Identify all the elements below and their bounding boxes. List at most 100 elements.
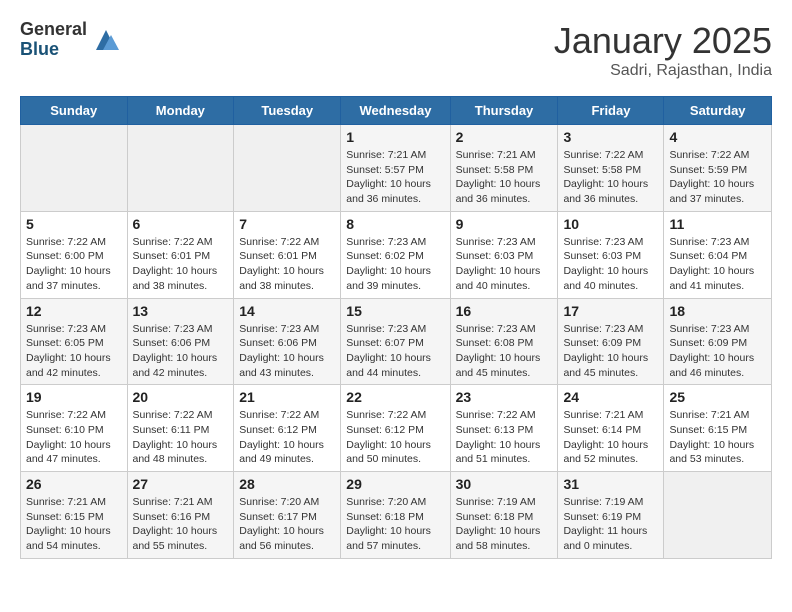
day-info: Sunrise: 7:20 AM Sunset: 6:18 PM Dayligh…	[346, 495, 444, 554]
logo: General Blue	[20, 20, 121, 60]
calendar-cell: 11 Sunrise: 7:23 AM Sunset: 6:04 PM Dayli…	[664, 211, 772, 298]
calendar-week-row: 19 Sunrise: 7:22 AM Sunset: 6:10 PM Dayli…	[21, 385, 772, 472]
calendar-table: SundayMondayTuesdayWednesdayThursdayFrid…	[20, 96, 772, 559]
calendar-cell: 8 Sunrise: 7:23 AM Sunset: 6:02 PM Daylig…	[341, 211, 450, 298]
day-number: 12	[26, 303, 122, 319]
day-info: Sunrise: 7:22 AM Sunset: 6:01 PM Dayligh…	[133, 235, 229, 294]
calendar-cell: 10 Sunrise: 7:23 AM Sunset: 6:03 PM Dayli…	[558, 211, 664, 298]
calendar-cell	[127, 125, 234, 212]
day-number: 11	[669, 216, 766, 232]
page-header: General Blue January 2025 Sadri, Rajasth…	[20, 20, 772, 80]
day-of-week-header: Wednesday	[341, 97, 450, 125]
day-number: 17	[563, 303, 658, 319]
calendar-cell: 29Sunrise: 7:20 AM Sunset: 6:18 PM Dayli…	[341, 472, 450, 559]
day-number: 7	[239, 216, 335, 232]
day-of-week-header: Sunday	[21, 97, 128, 125]
day-info: Sunrise: 7:22 AM Sunset: 6:11 PM Dayligh…	[133, 408, 229, 467]
day-info: Sunrise: 7:20 AM Sunset: 6:17 PM Dayligh…	[239, 495, 335, 554]
logo-blue-text: Blue	[20, 40, 87, 60]
day-number: 13	[133, 303, 229, 319]
day-number: 8	[346, 216, 444, 232]
day-info: Sunrise: 7:22 AM Sunset: 6:00 PM Dayligh…	[26, 235, 122, 294]
day-info: Sunrise: 7:21 AM Sunset: 5:57 PM Dayligh…	[346, 148, 444, 207]
day-info: Sunrise: 7:22 AM Sunset: 6:10 PM Dayligh…	[26, 408, 122, 467]
day-info: Sunrise: 7:23 AM Sunset: 6:08 PM Dayligh…	[456, 322, 553, 381]
day-number: 27	[133, 476, 229, 492]
day-number: 16	[456, 303, 553, 319]
day-info: Sunrise: 7:22 AM Sunset: 6:12 PM Dayligh…	[346, 408, 444, 467]
day-number: 19	[26, 389, 122, 405]
calendar-cell: 20 Sunrise: 7:22 AM Sunset: 6:11 PM Dayli…	[127, 385, 234, 472]
calendar-cell	[21, 125, 128, 212]
day-number: 28	[239, 476, 335, 492]
calendar-cell: 26Sunrise: 7:21 AM Sunset: 6:15 PM Dayli…	[21, 472, 128, 559]
logo-icon	[91, 25, 121, 55]
day-info: Sunrise: 7:21 AM Sunset: 6:14 PM Dayligh…	[563, 408, 658, 467]
calendar-cell: 13 Sunrise: 7:23 AM Sunset: 6:06 PM Dayli…	[127, 298, 234, 385]
calendar-cell: 2 Sunrise: 7:21 AM Sunset: 5:58 PM Daylig…	[450, 125, 558, 212]
day-info: Sunrise: 7:21 AM Sunset: 6:15 PM Dayligh…	[26, 495, 122, 554]
day-number: 23	[456, 389, 553, 405]
day-info: Sunrise: 7:23 AM Sunset: 6:04 PM Dayligh…	[669, 235, 766, 294]
day-number: 6	[133, 216, 229, 232]
day-number: 2	[456, 129, 553, 145]
calendar-header-row: SundayMondayTuesdayWednesdayThursdayFrid…	[21, 97, 772, 125]
calendar-cell: 31 Sunrise: 7:19 AM Sunset: 6:19 PM Dayli…	[558, 472, 664, 559]
calendar-cell: 9Sunrise: 7:23 AM Sunset: 6:03 PM Daylig…	[450, 211, 558, 298]
calendar-cell: 18 Sunrise: 7:23 AM Sunset: 6:09 PM Dayli…	[664, 298, 772, 385]
day-info: Sunrise: 7:23 AM Sunset: 6:07 PM Dayligh…	[346, 322, 444, 381]
day-info: Sunrise: 7:23 AM Sunset: 6:02 PM Dayligh…	[346, 235, 444, 294]
calendar-week-row: 5 Sunrise: 7:22 AM Sunset: 6:00 PM Daylig…	[21, 211, 772, 298]
day-info: Sunrise: 7:19 AM Sunset: 6:18 PM Dayligh…	[456, 495, 553, 554]
calendar-cell: 22 Sunrise: 7:22 AM Sunset: 6:12 PM Dayli…	[341, 385, 450, 472]
calendar-cell: 28 Sunrise: 7:20 AM Sunset: 6:17 PM Dayli…	[234, 472, 341, 559]
day-of-week-header: Tuesday	[234, 97, 341, 125]
day-info: Sunrise: 7:23 AM Sunset: 6:09 PM Dayligh…	[563, 322, 658, 381]
day-number: 14	[239, 303, 335, 319]
day-number: 24	[563, 389, 658, 405]
day-number: 31	[563, 476, 658, 492]
calendar-cell: 21Sunrise: 7:22 AM Sunset: 6:12 PM Dayli…	[234, 385, 341, 472]
calendar-week-row: 12Sunrise: 7:23 AM Sunset: 6:05 PM Dayli…	[21, 298, 772, 385]
day-info: Sunrise: 7:21 AM Sunset: 5:58 PM Dayligh…	[456, 148, 553, 207]
day-number: 10	[563, 216, 658, 232]
day-number: 21	[239, 389, 335, 405]
day-number: 22	[346, 389, 444, 405]
day-number: 20	[133, 389, 229, 405]
day-info: Sunrise: 7:22 AM Sunset: 5:59 PM Dayligh…	[669, 148, 766, 207]
day-info: Sunrise: 7:21 AM Sunset: 6:16 PM Dayligh…	[133, 495, 229, 554]
calendar-cell: 3 Sunrise: 7:22 AM Sunset: 5:58 PM Daylig…	[558, 125, 664, 212]
day-info: Sunrise: 7:22 AM Sunset: 5:58 PM Dayligh…	[563, 148, 658, 207]
calendar-cell: 6 Sunrise: 7:22 AM Sunset: 6:01 PM Daylig…	[127, 211, 234, 298]
day-info: Sunrise: 7:22 AM Sunset: 6:13 PM Dayligh…	[456, 408, 553, 467]
calendar-cell: 14Sunrise: 7:23 AM Sunset: 6:06 PM Dayli…	[234, 298, 341, 385]
day-info: Sunrise: 7:23 AM Sunset: 6:06 PM Dayligh…	[133, 322, 229, 381]
calendar-cell: 12Sunrise: 7:23 AM Sunset: 6:05 PM Dayli…	[21, 298, 128, 385]
day-number: 4	[669, 129, 766, 145]
calendar-cell	[234, 125, 341, 212]
day-info: Sunrise: 7:19 AM Sunset: 6:19 PM Dayligh…	[563, 495, 658, 554]
day-of-week-header: Saturday	[664, 97, 772, 125]
day-number: 15	[346, 303, 444, 319]
day-info: Sunrise: 7:22 AM Sunset: 6:01 PM Dayligh…	[239, 235, 335, 294]
calendar-cell: 19 Sunrise: 7:22 AM Sunset: 6:10 PM Dayli…	[21, 385, 128, 472]
logo-general-text: General	[20, 20, 87, 40]
month-title: January 2025	[554, 20, 772, 62]
calendar-cell: 30 Sunrise: 7:19 AM Sunset: 6:18 PM Dayli…	[450, 472, 558, 559]
title-section: January 2025 Sadri, Rajasthan, India	[554, 20, 772, 80]
day-info: Sunrise: 7:21 AM Sunset: 6:15 PM Dayligh…	[669, 408, 766, 467]
day-number: 5	[26, 216, 122, 232]
calendar-cell: 25Sunrise: 7:21 AM Sunset: 6:15 PM Dayli…	[664, 385, 772, 472]
day-number: 30	[456, 476, 553, 492]
calendar-cell: 4 Sunrise: 7:22 AM Sunset: 5:59 PM Daylig…	[664, 125, 772, 212]
day-info: Sunrise: 7:23 AM Sunset: 6:03 PM Dayligh…	[456, 235, 553, 294]
day-number: 3	[563, 129, 658, 145]
calendar-cell: 1Sunrise: 7:21 AM Sunset: 5:57 PM Daylig…	[341, 125, 450, 212]
calendar-cell: 15 Sunrise: 7:23 AM Sunset: 6:07 PM Dayli…	[341, 298, 450, 385]
day-info: Sunrise: 7:23 AM Sunset: 6:03 PM Dayligh…	[563, 235, 658, 294]
calendar-cell: 16 Sunrise: 7:23 AM Sunset: 6:08 PM Dayli…	[450, 298, 558, 385]
day-number: 18	[669, 303, 766, 319]
calendar-cell: 27 Sunrise: 7:21 AM Sunset: 6:16 PM Dayli…	[127, 472, 234, 559]
day-info: Sunrise: 7:23 AM Sunset: 6:09 PM Dayligh…	[669, 322, 766, 381]
calendar-week-row: 26Sunrise: 7:21 AM Sunset: 6:15 PM Dayli…	[21, 472, 772, 559]
